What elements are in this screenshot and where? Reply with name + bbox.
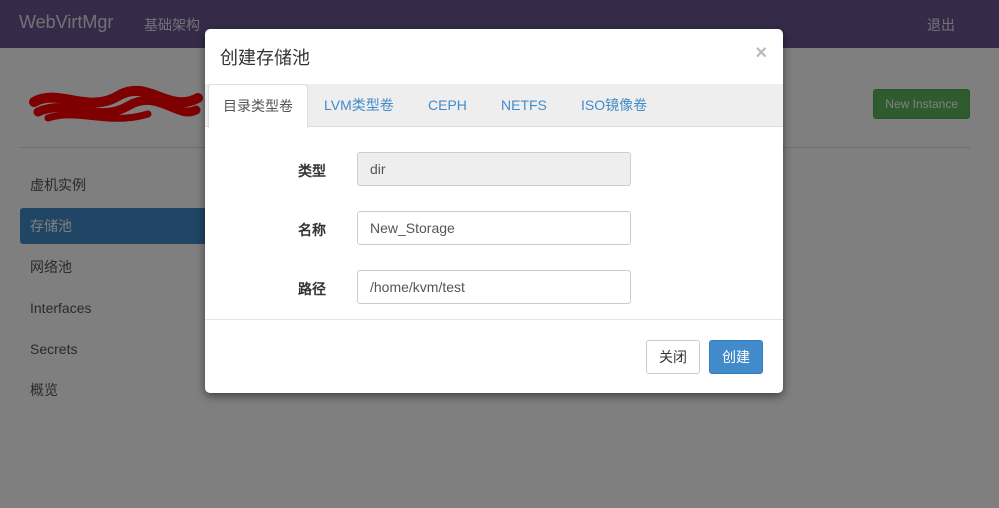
modal-title: 创建存储池 xyxy=(220,48,310,68)
name-input[interactable]: New_Storage xyxy=(357,211,631,245)
tab-dir[interactable]: 目录类型卷 xyxy=(208,84,308,128)
create-storage-modal: 创建存储池 × 目录类型卷 LVM类型卷 CEPH NETFS ISO镜像卷 类… xyxy=(205,29,783,393)
tab-lvm[interactable]: LVM类型卷 xyxy=(324,84,394,127)
close-button[interactable]: 关闭 xyxy=(646,340,700,374)
form-row-name: 名称 New_Storage xyxy=(205,211,783,245)
path-input[interactable]: /home/kvm/test xyxy=(357,270,631,304)
modal-header: 创建存储池 × xyxy=(205,29,783,84)
tab-ceph[interactable]: CEPH xyxy=(428,84,467,127)
close-icon[interactable]: × xyxy=(755,42,767,65)
form-row-type: 类型 dir xyxy=(205,152,783,186)
tab-iso[interactable]: ISO镜像卷 xyxy=(581,84,647,127)
type-label: 类型 xyxy=(298,163,326,179)
modal-footer: 关闭 创建 xyxy=(205,319,783,393)
name-label: 名称 xyxy=(298,222,326,238)
type-field: dir xyxy=(357,152,631,186)
form-row-path: 路径 /home/kvm/test xyxy=(205,270,783,304)
path-label: 路径 xyxy=(298,281,326,297)
storage-type-tabs: 目录类型卷 LVM类型卷 CEPH NETFS ISO镜像卷 xyxy=(205,84,783,128)
create-button[interactable]: 创建 xyxy=(709,340,763,374)
tab-netfs[interactable]: NETFS xyxy=(501,84,547,127)
